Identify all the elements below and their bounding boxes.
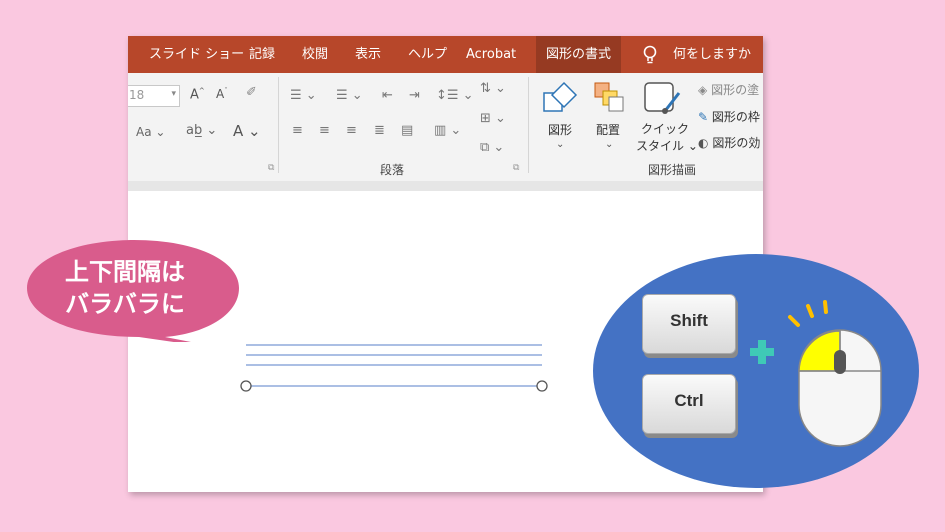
tab-shape-format[interactable]: 図形の書式 bbox=[536, 36, 622, 73]
font-dialog-launcher-icon[interactable]: ⧉ bbox=[268, 163, 274, 173]
character-spacing-icon[interactable]: ab̲ ⌄ bbox=[186, 123, 217, 138]
selection-handle-right[interactable] bbox=[536, 380, 548, 392]
font-size-value: 18 bbox=[129, 88, 145, 102]
chevron-down-icon: ⌄ bbox=[605, 139, 614, 150]
align-center-icon[interactable]: ≡ bbox=[319, 123, 330, 138]
align-left-icon[interactable]: ≡ bbox=[292, 123, 303, 138]
tab-help[interactable]: ヘルプ bbox=[408, 36, 447, 73]
tab-record[interactable]: 記録 bbox=[249, 36, 275, 73]
ctrl-key-label: Ctrl bbox=[674, 391, 704, 410]
group-separator bbox=[278, 77, 279, 173]
tell-me-search[interactable]: 何をしますか bbox=[673, 36, 751, 73]
align-text-icon[interactable]: ⊞ ⌄ bbox=[480, 111, 506, 126]
arrange-button-label[interactable]: 配置 bbox=[596, 121, 620, 138]
shortcut-badge bbox=[593, 254, 919, 488]
bubble-line-1: 上下間隔は bbox=[65, 258, 185, 286]
shape-fill-button[interactable]: ◈ 図形の塗 bbox=[698, 81, 759, 98]
change-case-label: Aa bbox=[136, 125, 152, 139]
ribbon-bottom-strip bbox=[128, 181, 763, 191]
chevron-down-icon: ▾ bbox=[171, 89, 176, 99]
drawing-group-label: 図形描画 bbox=[648, 163, 697, 177]
shape-outline-button[interactable]: ✎ 図形の枠 bbox=[698, 108, 760, 125]
lightbulb-icon bbox=[643, 45, 657, 64]
align-right-icon[interactable]: ≡ bbox=[346, 123, 357, 138]
columns-icon[interactable]: ▥ ⌄ bbox=[434, 123, 461, 138]
distributed-icon[interactable]: ▤ bbox=[401, 123, 413, 138]
shape-effects-label: 図形の効 bbox=[712, 136, 761, 150]
increase-indent-icon[interactable]: ⇥ bbox=[409, 88, 420, 103]
font-size-box[interactable]: 18 ▾ bbox=[128, 85, 180, 107]
ribbon: 18 ▾ A^ Aˇ ✐ Aa ⌄ ab̲ ⌄ A ⌄ ⧉ ☰ ⌄ ☰ ⌄ ⇤ … bbox=[128, 73, 763, 182]
shift-key-label: Shift bbox=[670, 311, 708, 330]
shrink-font-icon[interactable]: Aˇ bbox=[216, 87, 228, 101]
decrease-indent-icon[interactable]: ⇤ bbox=[382, 88, 393, 103]
shape-effects-icon: ◐ bbox=[698, 136, 709, 150]
clear-formatting-icon[interactable]: ✐ bbox=[246, 85, 257, 100]
group-separator bbox=[528, 77, 529, 173]
tab-slideshow[interactable]: スライド ショー bbox=[149, 36, 244, 73]
selection-handle-left[interactable] bbox=[240, 380, 252, 392]
smartart-convert-icon[interactable]: ⧉ ⌄ bbox=[480, 140, 504, 155]
ctrl-key: Ctrl bbox=[642, 374, 736, 434]
bubble-line-2: バラバラに bbox=[65, 290, 185, 318]
grow-font-icon[interactable]: A^ bbox=[190, 87, 205, 102]
tab-view[interactable]: 表示 bbox=[355, 36, 381, 73]
shape-button-label[interactable]: 図形 bbox=[548, 121, 572, 138]
tab-review[interactable]: 校閲 bbox=[302, 36, 328, 73]
chevron-down-icon: ⌄ bbox=[556, 139, 565, 150]
ribbon-tab-bar: スライド ショー 記録 校閲 表示 ヘルプ Acrobat 図形の書式 何をしま… bbox=[128, 36, 763, 73]
font-color-icon[interactable]: A ⌄ bbox=[233, 122, 261, 140]
pen-outline-icon: ✎ bbox=[698, 110, 709, 124]
quick-style-label-2[interactable]: スタイル ⌄ bbox=[636, 137, 698, 154]
bullets-icon[interactable]: ☰ ⌄ bbox=[290, 88, 317, 103]
shift-key: Shift bbox=[642, 294, 736, 354]
numbering-icon[interactable]: ☰ ⌄ bbox=[336, 88, 363, 103]
shapes-gallery-icon[interactable] bbox=[542, 81, 578, 115]
shape-outline-label: 図形の枠 bbox=[711, 110, 760, 124]
speech-bubble-text: 上下間隔は バラバラに bbox=[35, 256, 215, 320]
shape-fill-label: 図形の塗 bbox=[711, 83, 760, 97]
shape-effects-button[interactable]: ◐ 図形の効 bbox=[698, 134, 760, 151]
line-spacing-icon[interactable]: ↕☰ ⌄ bbox=[436, 88, 474, 103]
text-direction-icon[interactable]: ⇅ ⌄ bbox=[480, 81, 506, 96]
paint-bucket-icon: ◈ bbox=[698, 83, 708, 97]
quick-style-icon[interactable] bbox=[643, 81, 683, 117]
paragraph-group-label: 段落 bbox=[380, 163, 405, 177]
quick-style-label-text: スタイル bbox=[636, 139, 685, 153]
change-case-button[interactable]: Aa ⌄ bbox=[136, 125, 165, 139]
quick-style-label-1[interactable]: クイック bbox=[641, 120, 689, 137]
arrange-icon[interactable] bbox=[593, 81, 625, 113]
paragraph-dialog-launcher-icon[interactable]: ⧉ bbox=[513, 163, 519, 173]
justify-icon[interactable]: ≣ bbox=[374, 123, 385, 138]
tab-acrobat[interactable]: Acrobat bbox=[466, 36, 516, 73]
